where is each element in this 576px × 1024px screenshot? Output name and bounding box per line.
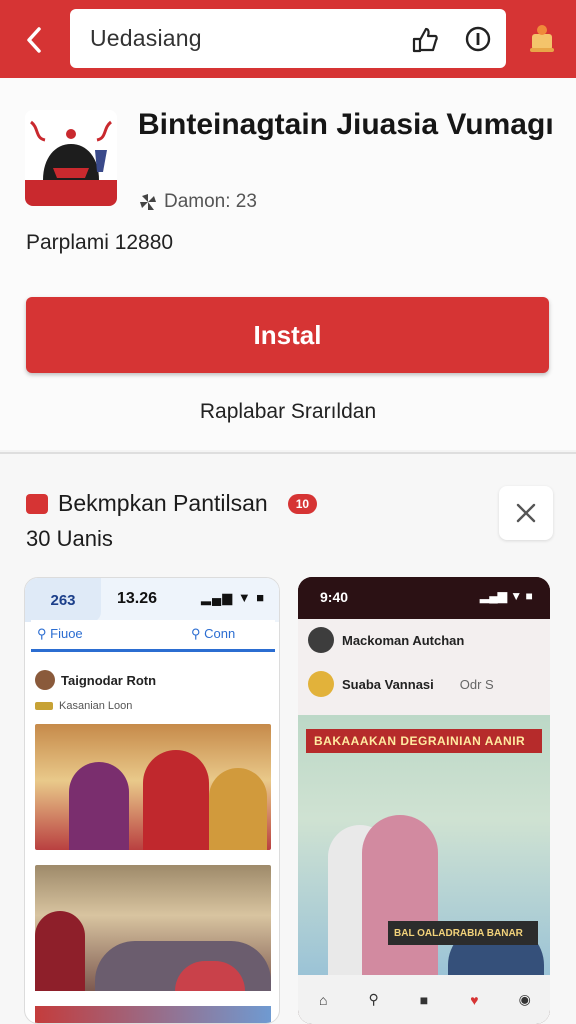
home-icon: ⌂ [318, 991, 328, 1008]
screenshot-post-header: Taignodar Rotn [35, 670, 156, 690]
screenshots-section: Bekmpkan Pantilsan 10 30 Uanis 263 13.26… [0, 454, 576, 1024]
share-icon[interactable] [408, 23, 440, 55]
info-icon[interactable] [462, 23, 494, 55]
screenshot-feed-line: Suaba Vannasi Odr S [308, 671, 494, 697]
poster-footer: BAL OALADRABIA BANAR [388, 921, 538, 945]
screenshot-light[interactable]: 263 13.26 ▂▄▆ ▼ ■ ⚲ Fiuoe ⚲ Conn Taignod… [24, 577, 280, 1024]
search-icon: ⚲ [368, 991, 379, 1007]
screenshot-poster: BAKAAAKAN DEGRAINIAN AANIR BAL OALADRABI… [298, 715, 550, 975]
poster-banner: BAKAAAKAN DEGRAINIAN AANIR [306, 729, 542, 753]
section-marker-icon [26, 493, 48, 514]
top-app-bar: Uedasiang [0, 0, 576, 78]
screenshot-clock: 9:40 [320, 589, 349, 605]
app-logo-icon [25, 110, 117, 206]
screenshot-feed-card: Mackoman Autchan Suaba Vannasi Odr S [298, 619, 550, 715]
developer-row: Damon: 23 [138, 191, 257, 213]
signal-icon: ▂▄▆ ▼ ■ [480, 589, 533, 603]
developer-icon [140, 194, 156, 210]
profile-icon: ◉ [518, 991, 531, 1007]
close-icon [516, 503, 536, 523]
section-header: Bekmpkan Pantilsan 10 [26, 490, 318, 517]
screenshot-status-bar: 263 13.26 ▂▄▆ ▼ ■ [25, 578, 279, 622]
avatar [308, 627, 334, 653]
screenshot-search-left: ⚲ Fiuoe [37, 626, 83, 641]
avatar [308, 671, 334, 697]
section-subtitle: 30 Uanis [26, 526, 113, 551]
lock-icon: ■ [419, 991, 429, 1008]
back-arrow-icon [27, 27, 41, 53]
avatar [35, 670, 55, 690]
developer-label: Damon: 23 [164, 191, 257, 212]
secondary-link[interactable]: Raplabar Srarıldan [0, 400, 576, 424]
screenshot-post-sub: Kasanian Loon [35, 700, 132, 712]
signal-icon: ▂▄▆ ▼ ■ [201, 590, 266, 605]
bell-icon[interactable] [526, 20, 558, 56]
screenshot-search-right: ⚲ Conn [191, 626, 236, 641]
back-button[interactable] [14, 20, 54, 60]
search-field[interactable]: Uedasiang [70, 9, 506, 68]
screenshot-bottom-nav: ⌂ ⚲ ■ ♥ ◉ [298, 975, 550, 1024]
screenshot-dark[interactable]: 9:40 ▂▄▆ ▼ ■ Mackoman Autchan Suaba Vann… [298, 577, 550, 1024]
section-title: Bekmpkan Pantilsan [58, 490, 268, 516]
screenshot-photo [35, 1006, 271, 1023]
screenshot-post-title: Taignodar Rotn [61, 672, 157, 688]
screenshot-feed-line: Mackoman Autchan [308, 627, 464, 653]
install-button[interactable]: Instal [26, 297, 549, 373]
screenshot-photo [35, 865, 271, 991]
screenshot-status-bar: 9:40 ▂▄▆ ▼ ■ [298, 577, 550, 619]
screenshot-photo [35, 724, 271, 850]
heart-icon: ♥ [470, 991, 479, 1008]
close-button[interactable] [499, 486, 553, 540]
search-query-text: Uedasiang [90, 25, 202, 51]
app-info-section: Binteinagtain Jiuasia Vumagı Damon: 23 P… [0, 78, 576, 450]
section-badge: 10 [287, 493, 318, 514]
screenshot-clock: 13.26 [117, 590, 158, 607]
app-title: Binteinagtain Jiuasia Vumagı [138, 108, 554, 141]
install-count: Parplami 12880 [26, 231, 174, 254]
screenshot-search-bar: ⚲ Fiuoe ⚲ Conn [31, 620, 275, 652]
tag-icon [35, 702, 53, 710]
screenshot-tab: 263 [25, 578, 101, 622]
